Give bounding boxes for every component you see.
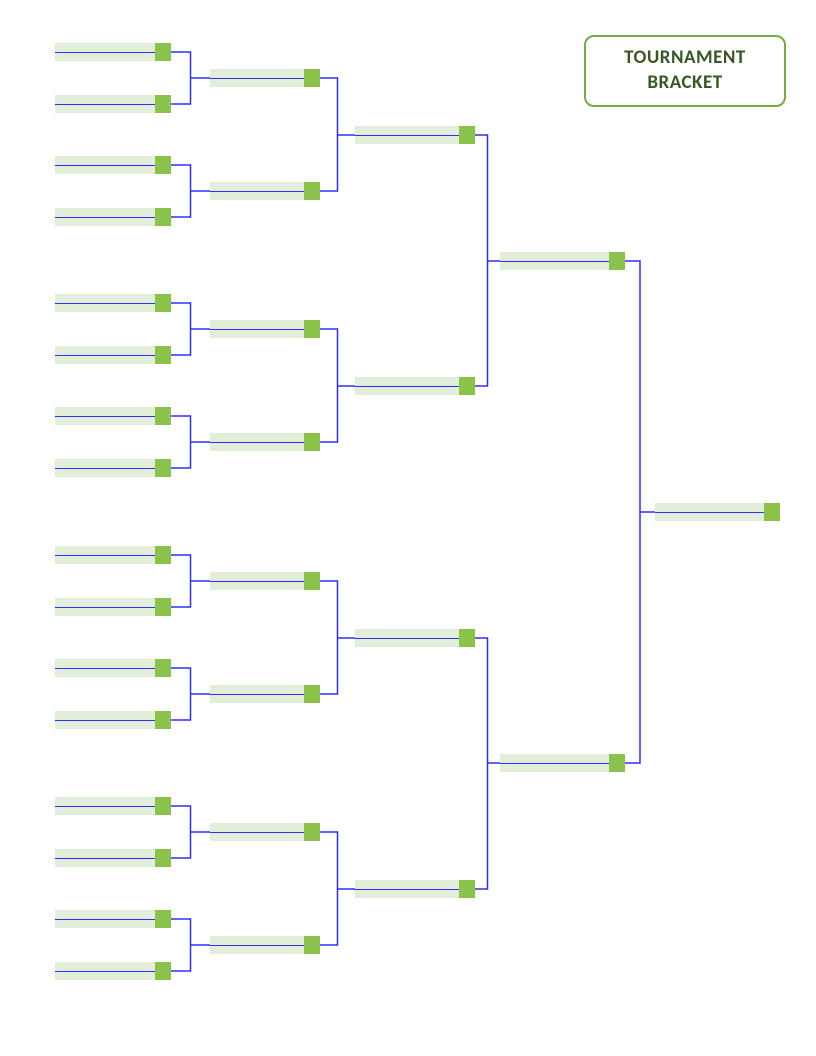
title-line2: BRACKET [647, 71, 722, 96]
slot-r4-1[interactable] [500, 252, 625, 270]
slot-r3-2[interactable] [355, 377, 475, 395]
seed-tab [155, 659, 171, 677]
slot-r2-8[interactable] [210, 936, 320, 954]
seed-tab [764, 503, 780, 521]
seed-tab [155, 962, 171, 980]
seed-tab [155, 294, 171, 312]
slot-r1-1[interactable] [55, 43, 171, 61]
slot-r1-5[interactable] [55, 294, 171, 312]
seed-tab [155, 346, 171, 364]
slot-r1-11[interactable] [55, 659, 171, 677]
seed-tab [155, 598, 171, 616]
seed-tab [155, 459, 171, 477]
slot-r1-2[interactable] [55, 95, 171, 113]
seed-tab [155, 546, 171, 564]
seed-tab [155, 849, 171, 867]
slot-r3-4[interactable] [355, 880, 475, 898]
slot-r3-3[interactable] [355, 629, 475, 647]
slot-r1-10[interactable] [55, 598, 171, 616]
seed-tab [155, 95, 171, 113]
seed-tab [459, 880, 475, 898]
slot-r1-16[interactable] [55, 962, 171, 980]
seed-tab [304, 685, 320, 703]
seed-tab [304, 182, 320, 200]
bracket-title: TOURNAMENT BRACKET [584, 35, 786, 107]
slot-r1-12[interactable] [55, 711, 171, 729]
slot-r2-4[interactable] [210, 433, 320, 451]
seed-tab [459, 629, 475, 647]
seed-tab [609, 754, 625, 772]
slot-r1-8[interactable] [55, 459, 171, 477]
seed-tab [155, 797, 171, 815]
seed-tab [155, 711, 171, 729]
seed-tab [304, 572, 320, 590]
seed-tab [459, 377, 475, 395]
slot-r2-1[interactable] [210, 69, 320, 87]
seed-tab [609, 252, 625, 270]
slot-r1-13[interactable] [55, 797, 171, 815]
seed-tab [155, 208, 171, 226]
slot-r1-15[interactable] [55, 910, 171, 928]
slot-r5-1[interactable] [655, 503, 780, 521]
slot-r2-3[interactable] [210, 320, 320, 338]
slot-r1-7[interactable] [55, 407, 171, 425]
slot-r1-9[interactable] [55, 546, 171, 564]
slot-r2-2[interactable] [210, 182, 320, 200]
slot-r2-7[interactable] [210, 823, 320, 841]
slot-r1-3[interactable] [55, 156, 171, 174]
seed-tab [304, 433, 320, 451]
slot-r2-6[interactable] [210, 685, 320, 703]
seed-tab [155, 156, 171, 174]
seed-tab [155, 910, 171, 928]
slot-r1-6[interactable] [55, 346, 171, 364]
slot-r1-4[interactable] [55, 208, 171, 226]
slot-r1-14[interactable] [55, 849, 171, 867]
slot-r2-5[interactable] [210, 572, 320, 590]
seed-tab [459, 126, 475, 144]
slot-r3-1[interactable] [355, 126, 475, 144]
title-line1: TOURNAMENT [624, 46, 746, 71]
slot-r4-2[interactable] [500, 754, 625, 772]
seed-tab [304, 320, 320, 338]
seed-tab [304, 936, 320, 954]
seed-tab [304, 823, 320, 841]
seed-tab [304, 69, 320, 87]
seed-tab [155, 407, 171, 425]
seed-tab [155, 43, 171, 61]
